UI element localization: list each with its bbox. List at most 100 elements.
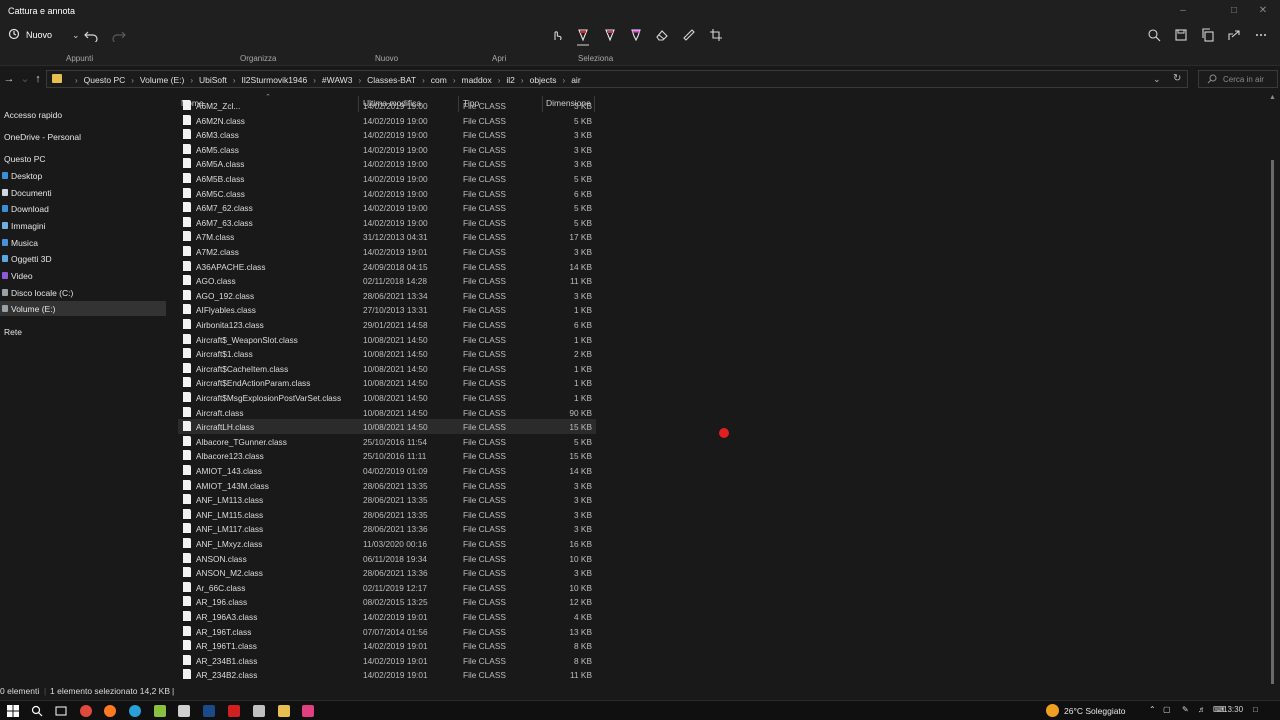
file-row[interactable]: A6M2_Zcl... 14/02/2019 19:00 File CLASS 3 K… (178, 98, 596, 113)
file-row[interactable]: Albacore123.class 25/10/2016 11:11 File CL… (178, 448, 596, 463)
ballpoint-pen-icon[interactable] (574, 26, 592, 46)
up-arrow-icon[interactable]: ↑ (31, 72, 45, 86)
file-row[interactable]: AR_234B1.class 14/02/2019 19:01 File CLASS… (178, 653, 596, 668)
app-icon[interactable] (253, 705, 265, 717)
breadcrumb-item[interactable]: Questo PC (84, 75, 126, 85)
edge-icon[interactable] (129, 705, 141, 717)
file-row[interactable]: Ar_66C.class 02/11/2019 12:17 File CLASS 10… (178, 580, 596, 595)
tray-chevron-up-icon[interactable]: ⌃ (1149, 705, 1156, 714)
refresh-icon[interactable]: ↻ (1173, 73, 1181, 84)
volume-icon[interactable]: ♬ (1198, 705, 1206, 714)
breadcrumb-chevron-icon[interactable]: › (313, 76, 316, 85)
file-row[interactable]: A6M5C.class 14/02/2019 19:00 File CLASS 6 K… (178, 186, 596, 201)
touch-writing-icon[interactable] (548, 26, 566, 44)
scroll-up-arrow-icon[interactable]: ▲ (1269, 94, 1276, 101)
breadcrumb-item[interactable]: Volume (E:) (140, 75, 184, 85)
file-row[interactable]: A6M2N.class 14/02/2019 19:00 File CLASS 5 K… (178, 113, 596, 128)
highlighter-icon[interactable] (627, 26, 645, 44)
sidebar-item[interactable]: Musica (0, 235, 166, 250)
chrome-icon[interactable] (80, 705, 92, 717)
breadcrumb-chevron-icon[interactable]: › (498, 76, 501, 85)
search-box[interactable]: Cerca in air (1198, 70, 1278, 88)
file-row[interactable]: ANF_LMxyz.class 11/03/2020 00:16 File CLAS… (178, 536, 596, 551)
address-bar[interactable]: › Questo PC › Volume (E:) › UbiSoft › Il2Sturmo… (46, 70, 1188, 88)
back-arrow-icon[interactable]: → (2, 72, 16, 86)
file-row[interactable]: ANSON_M2.class 28/06/2021 13:36 File CLASS… (178, 565, 596, 580)
sidebar-item[interactable]: Desktop (0, 168, 166, 183)
zoom-icon[interactable] (1145, 26, 1163, 44)
file-row[interactable]: AR_234B2.class 14/02/2019 19:01 File CLASS… (178, 667, 596, 682)
app-icon[interactable] (228, 705, 240, 717)
breadcrumb-item[interactable]: #WAW3 (322, 75, 353, 85)
new-snip-button[interactable]: Nuovo ⌄ (8, 28, 80, 42)
breadcrumb-chevron-icon[interactable]: › (75, 76, 78, 85)
file-row[interactable]: ANF_LM115.class 28/06/2021 13:35 File CLAS… (178, 507, 596, 522)
breadcrumb-item[interactable]: objects (530, 75, 557, 85)
breadcrumb-chevron-icon[interactable]: › (453, 76, 456, 85)
sidebar-item[interactable]: Disco locale (C:) (0, 285, 166, 300)
file-row[interactable]: AGO_192.class 28/06/2021 13:34 File CLASS 3… (178, 288, 596, 303)
app-icon[interactable] (178, 705, 190, 717)
save-icon[interactable] (1172, 26, 1190, 44)
firefox-icon[interactable] (104, 705, 116, 717)
breadcrumb-item[interactable]: UbiSoft (199, 75, 227, 85)
steam-icon[interactable] (203, 705, 215, 717)
sidebar-item[interactable]: Rete (0, 324, 166, 339)
minimize-button[interactable]: – (1176, 4, 1190, 18)
file-row[interactable]: AircraftLH.class 10/08/2021 14:50 File CLA… (178, 419, 596, 434)
file-row[interactable]: AMIOT_143.class 04/02/2019 01:09 File CLAS… (178, 463, 596, 478)
file-row[interactable]: A6M7_63.class 14/02/2019 19:00 File CLASS 5… (178, 215, 596, 230)
file-row[interactable]: A6M5.class 14/02/2019 19:00 File CLASS 3 KB (178, 142, 596, 157)
file-row[interactable]: A6M5A.class 14/02/2019 19:00 File CLASS 3 K… (178, 156, 596, 171)
file-explorer-icon[interactable] (278, 705, 290, 717)
ruler-icon[interactable] (680, 26, 698, 44)
breadcrumb-chevron-icon[interactable]: › (422, 76, 425, 85)
network-icon[interactable]: ▢ (1163, 705, 1171, 714)
more-options-icon[interactable] (1252, 26, 1270, 44)
windows-start-icon[interactable] (7, 705, 19, 717)
breadcrumb-chevron-icon[interactable]: › (563, 76, 566, 85)
breadcrumb-chevron-icon[interactable]: › (521, 76, 524, 85)
file-row[interactable]: AMIOT_143M.class 28/06/2021 13:35 File CLA… (178, 478, 596, 493)
weather-widget[interactable]: 26°C Soleggiato (1046, 704, 1126, 717)
breadcrumb-item[interactable]: air (571, 75, 580, 85)
sidebar-item[interactable]: Questo PC (0, 151, 166, 166)
redo-icon[interactable] (110, 26, 128, 44)
snip-sketch-icon[interactable] (302, 705, 314, 717)
task-view-icon[interactable] (55, 705, 67, 717)
sidebar-item[interactable]: Download (0, 201, 166, 216)
vertical-scrollbar[interactable]: ▲ (1266, 92, 1280, 684)
sidebar-item[interactable]: Immagini (0, 218, 166, 233)
breadcrumb-item[interactable]: Il2Sturmovik1946 (242, 75, 308, 85)
file-row[interactable]: Aircraft$EndActionParam.class 10/08/2021 … (178, 375, 596, 390)
file-row[interactable]: A6M5B.class 14/02/2019 19:00 File CLASS 5 K… (178, 171, 596, 186)
share-icon[interactable] (1225, 26, 1243, 44)
breadcrumb-item[interactable]: com (431, 75, 447, 85)
sidebar-item[interactable]: Oggetti 3D (0, 251, 166, 266)
scroll-thumb[interactable] (1271, 160, 1274, 684)
app-icon[interactable] (154, 705, 166, 717)
file-row[interactable]: Airbonita123.class 29/01/2021 14:58 File C… (178, 317, 596, 332)
file-row[interactable]: AIFlyables.class 27/10/2013 13:31 File CLA… (178, 302, 596, 317)
eraser-icon[interactable] (653, 26, 671, 44)
sidebar-item[interactable]: OneDrive - Personal (0, 129, 166, 144)
breadcrumb-item[interactable]: Classes-BAT (367, 75, 416, 85)
sidebar-item[interactable]: Volume (E:) (0, 301, 166, 316)
file-row[interactable]: Aircraft$MsgExplosionPostVarSet.class 10/… (178, 390, 596, 405)
address-history-chevron-icon[interactable]: ⌄ (1153, 74, 1161, 85)
file-row[interactable]: ANF_LM117.class 28/06/2021 13:36 File CLAS… (178, 521, 596, 536)
pencil-icon[interactable] (601, 26, 619, 44)
file-row[interactable]: A36APACHE.class 24/09/2018 04:15 File CLAS… (178, 259, 596, 274)
taskbar-search-icon[interactable] (31, 705, 43, 717)
file-row[interactable]: AGO.class 02/11/2018 14:28 File CLASS 11 KB (178, 273, 596, 288)
crop-icon[interactable] (707, 26, 725, 44)
file-row[interactable]: AR_196T.class 07/07/2014 01:56 File CLASS 1… (178, 624, 596, 639)
breadcrumb-chevron-icon[interactable]: › (233, 76, 236, 85)
file-row[interactable]: A6M7_62.class 14/02/2019 19:00 File CLASS 5… (178, 200, 596, 215)
breadcrumb-item[interactable]: il2 (506, 75, 515, 85)
file-row[interactable]: AR_196T1.class 14/02/2019 19:01 File CLASS… (178, 638, 596, 653)
file-row[interactable]: AR_196.class 08/02/2015 13:25 File CLASS 12… (178, 594, 596, 609)
close-button[interactable]: ✕ (1256, 4, 1270, 18)
clock[interactable]: 13:30 (1223, 705, 1243, 714)
sidebar-item[interactable]: Documenti (0, 185, 166, 200)
